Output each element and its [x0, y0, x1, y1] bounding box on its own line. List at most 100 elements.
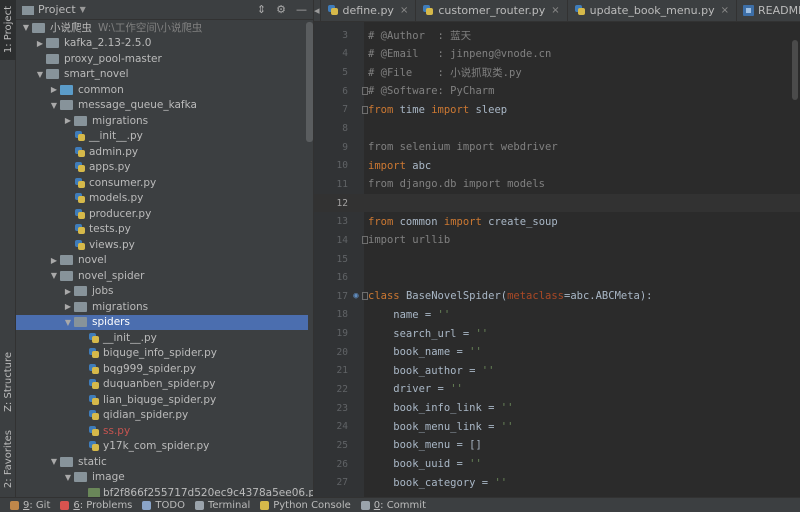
tree-folder-item[interactable]: ▼ image: [16, 470, 308, 486]
code-line[interactable]: 27 book_category = '': [314, 473, 800, 492]
code-line[interactable]: 20 book_name = '': [314, 343, 800, 362]
code-line[interactable]: 24 book_menu_link = '': [314, 417, 800, 436]
todo-tool-button[interactable]: TODO: [142, 500, 185, 511]
tree-file-item[interactable]: y17k_com_spider.py: [16, 439, 308, 455]
code-line[interactable]: 25 book_menu = []: [314, 436, 800, 455]
code-line[interactable]: 9 from selenium import webdriver: [314, 138, 800, 157]
code-line[interactable]: 26 book_uuid = '': [314, 455, 800, 474]
editor-tab[interactable]: update_book_menu.py ×: [568, 0, 737, 21]
code-line[interactable]: 11 from django.db import models: [314, 175, 800, 194]
close-icon[interactable]: ×: [551, 5, 559, 16]
tree-folder-item[interactable]: ▶ jobs: [16, 284, 308, 300]
tree-file-item[interactable]: __init__.py: [16, 330, 308, 346]
tree-file-item[interactable]: admin.py: [16, 144, 308, 160]
tree-folder-item[interactable]: ▶ kafka_2.13-2.5.0: [16, 36, 308, 52]
tree-folder-item[interactable]: ▼ novel_spider: [16, 268, 308, 284]
tree-item-label: biquge_info_spider.py: [103, 347, 217, 360]
code-line[interactable]: 18 name = '': [314, 306, 800, 325]
chevron-down-icon[interactable]: ▼: [48, 457, 60, 466]
code-line[interactable]: 7 from time import sleep: [314, 101, 800, 120]
tree-file-item[interactable]: apps.py: [16, 160, 308, 176]
code-line[interactable]: 13 from common import create_soup: [314, 212, 800, 231]
editor-scrollbar[interactable]: [792, 40, 798, 100]
tree-file-item[interactable]: producer.py: [16, 206, 308, 222]
terminal-tool-button[interactable]: Terminal: [194, 500, 250, 511]
problems-tool-button[interactable]: 6: Problems: [60, 500, 132, 511]
chevron-right-icon[interactable]: ▶: [62, 302, 74, 311]
tree-file-item[interactable]: lian_biquge_spider.py: [16, 392, 308, 408]
python-console-tool-button[interactable]: Python Console: [260, 500, 351, 511]
chevron-down-icon[interactable]: ▼: [62, 473, 74, 482]
chevron-right-icon[interactable]: ▶: [34, 39, 46, 48]
tree-file-item[interactable]: views.py: [16, 237, 308, 253]
editor-tab[interactable]: customer_router.py ×: [416, 0, 568, 21]
code-line[interactable]: 8: [314, 119, 800, 138]
code-line[interactable]: 10 import abc: [314, 156, 800, 175]
tree-folder-item[interactable]: ▼ spiders: [16, 314, 308, 330]
favorites-tool-tab[interactable]: 2: Favorites: [0, 428, 16, 490]
code-line[interactable]: 23 book_info_link = '': [314, 399, 800, 418]
chevron-right-icon[interactable]: ▶: [62, 116, 74, 125]
chevron-right-icon[interactable]: ▶: [62, 287, 74, 296]
editor-tab[interactable]: define.py ×: [321, 0, 417, 21]
fold-icon[interactable]: [362, 292, 368, 301]
code-line[interactable]: 5 # @File : 小说抓取类.py: [314, 63, 800, 82]
code-line[interactable]: 15: [314, 250, 800, 269]
tree-file-item[interactable]: qidian_spider.py: [16, 408, 308, 424]
project-tool-tab[interactable]: 1: Project: [0, 0, 16, 60]
code-line[interactable]: 14 import urllib: [314, 231, 800, 250]
chevron-right-icon[interactable]: ▶: [48, 256, 60, 265]
tree-folder-item[interactable]: proxy_pool-master: [16, 51, 308, 67]
code-line[interactable]: 4 # @Email : jinpeng@vnode.cn: [314, 45, 800, 64]
tree-file-item[interactable]: bqg999_spider.py: [16, 361, 308, 377]
tree-scrollbar[interactable]: [306, 22, 313, 142]
code-line[interactable]: 6 # @Software: PyCharm: [314, 82, 800, 101]
tree-folder-item[interactable]: ▼ static: [16, 454, 308, 470]
project-panel-title[interactable]: Project: [38, 3, 76, 16]
folder-icon: [46, 69, 59, 80]
tree-folder-item[interactable]: ▼ smart_novel: [16, 67, 308, 83]
tree-file-item[interactable]: consumer.py: [16, 175, 308, 191]
git-tool-button[interactable]: 9: Git: [10, 500, 50, 511]
fold-icon[interactable]: [362, 105, 368, 114]
fold-icon[interactable]: [362, 236, 368, 245]
tree-file-item[interactable]: ss.py: [16, 423, 308, 439]
code-line[interactable]: 21 book_author = '': [314, 362, 800, 381]
tree-file-item[interactable]: biquge_info_spider.py: [16, 346, 308, 362]
tree-folder-item[interactable]: ▼ 小说爬虫 W:\工作空间\小说爬虫: [16, 20, 308, 36]
project-tree[interactable]: ▼ 小说爬虫 W:\工作空间\小说爬虫 ▶ kafka_2.13-2.5.0 proxy_…: [16, 20, 313, 497]
structure-tool-tab[interactable]: Z: Structure: [0, 352, 16, 412]
tree-folder-item[interactable]: ▶ novel: [16, 253, 308, 269]
chevron-down-icon[interactable]: ▼: [80, 5, 86, 14]
chevron-down-icon[interactable]: ▼: [20, 23, 32, 32]
chevron-down-icon[interactable]: ▼: [48, 101, 60, 110]
tree-file-item[interactable]: models.py: [16, 191, 308, 207]
tree-file-item[interactable]: duquanben_spider.py: [16, 377, 308, 393]
tree-folder-item[interactable]: ▼ message_queue_kafka: [16, 98, 308, 114]
code-line[interactable]: 17 ◉ class BaseNovelSpider(metaclass=abc.A…: [314, 287, 800, 306]
editor-tab[interactable]: README.md×: [737, 0, 800, 21]
code-line[interactable]: 22 driver = '': [314, 380, 800, 399]
chevron-down-icon[interactable]: ▼: [34, 70, 46, 79]
chevron-down-icon[interactable]: ▼: [62, 318, 74, 327]
tree-file-item[interactable]: tests.py: [16, 222, 308, 238]
tree-folder-item[interactable]: ▶ migrations: [16, 113, 308, 129]
close-icon[interactable]: ×: [721, 5, 729, 16]
gear-icon[interactable]: ⚙: [276, 3, 286, 16]
collapse-all-icon[interactable]: ⇕: [257, 3, 266, 16]
tree-file-item[interactable]: bf2f866f255717d520ec9c4378a5ee06.png: [16, 485, 313, 497]
tree-file-item[interactable]: __init__.py: [16, 129, 308, 145]
close-icon[interactable]: ×: [400, 5, 408, 16]
commit-tool-button[interactable]: 0: Commit: [360, 500, 426, 511]
chevron-down-icon[interactable]: ▼: [48, 271, 60, 280]
code-line[interactable]: 19 search_url = '': [314, 324, 800, 343]
tree-folder-item[interactable]: ▶ migrations: [16, 299, 308, 315]
code-line[interactable]: 16: [314, 268, 800, 287]
tree-folder-item[interactable]: ▶ common: [16, 82, 308, 98]
code-area[interactable]: 3 # @Author : 蓝天 4 # @Email : jinpeng@vnode…: [314, 26, 800, 492]
chevron-right-icon[interactable]: ▶: [48, 85, 60, 94]
code-line[interactable]: 3 # @Author : 蓝天: [314, 26, 800, 45]
fold-icon[interactable]: [362, 87, 368, 96]
code-line[interactable]: 12: [314, 193, 800, 213]
hide-panel-icon[interactable]: —: [296, 3, 307, 16]
